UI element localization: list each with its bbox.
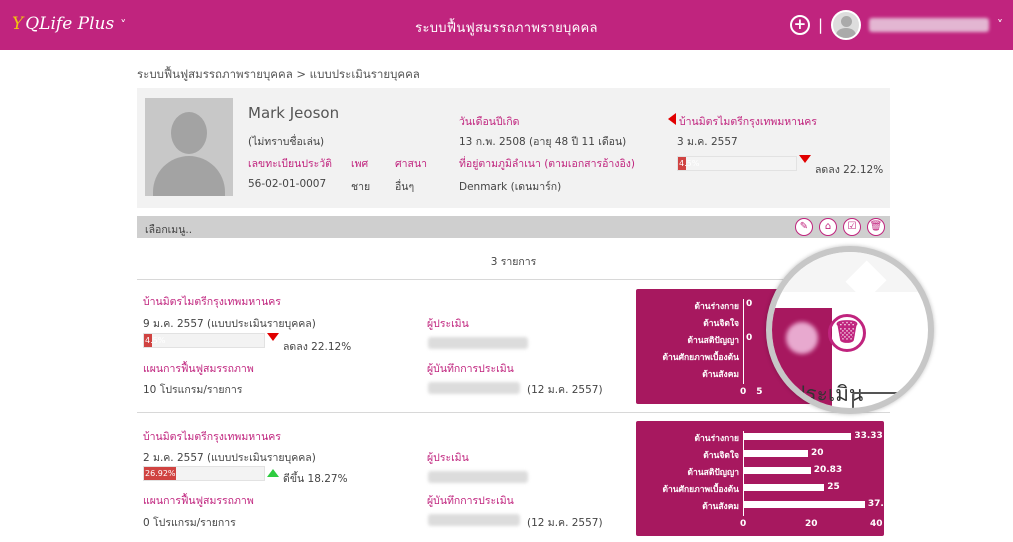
recorder-name-blurred [428, 382, 520, 394]
assessor-name-blurred [428, 337, 528, 349]
menu-select[interactable]: เลือกเมนู.. [145, 221, 192, 238]
profile-religion-label: ศาสนา [395, 158, 428, 170]
chart-value-label: 0 [746, 299, 753, 309]
assessment-date: 9 ม.ค. 2557 (แบบประเมินรายบุคคล) [143, 318, 316, 330]
trend-down-icon [799, 155, 811, 163]
profile-nickname: (ไม่ทราบชื่อเล่น) [248, 136, 325, 148]
chart-tick-label: 5 [756, 387, 763, 397]
chart-bar [743, 484, 825, 491]
chart-category-label: ด้านร่างกาย [694, 302, 740, 312]
recorder-label: ผู้บันทึกการประเมิน [427, 363, 514, 375]
add-icon[interactable]: + [789, 15, 810, 35]
chart-category-label: ด้านสังคม [702, 502, 739, 512]
user-name-blurred[interactable] [869, 18, 989, 32]
profile-dob-value: 13 ก.พ. 2508 (อายุ 48 ปี 11 เดือน) [459, 136, 627, 148]
profile-place[interactable]: บ้านมิตรไมตรีกรุงเทพมหานคร [679, 113, 817, 130]
assessment-date: 2 ม.ค. 2557 (แบบประเมินรายบุคคล) [143, 452, 316, 464]
chart-category-label: ด้านสติปัญญา [687, 468, 739, 478]
chart-category-label: ด้านจิตใจ [703, 451, 739, 461]
chart-value-label: 0 [746, 333, 753, 343]
assessment-place[interactable]: บ้านมิตรไมตรีกรุงเทพมหานคร [143, 293, 281, 310]
assessor-name-blurred [428, 471, 528, 483]
progress-bar: 4.5% [677, 156, 797, 171]
chart-tick-label: 40 [870, 519, 883, 529]
chart-category-label: ด้านศักยภาพเบื้องต้น [662, 485, 740, 495]
chart-category-label: ด้านศักยภาพเบื้องต้น [662, 353, 740, 363]
progress-fill: 4.5% [678, 157, 700, 170]
profile-domicile-value: Denmark (เดนมาร์ก) [459, 181, 562, 193]
blurred-icon [786, 322, 818, 354]
edit-icon[interactable]: ✎ [795, 218, 813, 236]
profile-sex-value: ชาย [351, 181, 371, 193]
chart-category-label: ด้านสังคม [702, 370, 739, 380]
recorded-date: (12 ม.ค. 2557) [527, 384, 603, 396]
recorded-date: (12 ม.ค. 2557) [527, 517, 603, 529]
arrow-left-icon [668, 113, 676, 125]
assessor-label: ผู้ประเมิน [427, 318, 469, 330]
plan-label: แผนการฟื้นฟูสมรรถภาพ [143, 363, 254, 375]
chart-tick-label: 0 [740, 387, 747, 397]
progress-bar: 26.92% [143, 466, 265, 481]
profile-religion-value: อื่นๆ [395, 181, 415, 193]
assessment-trend: ลดลง 22.12% [283, 341, 352, 353]
chart-value-label: 25 [827, 482, 840, 492]
checklist-icon[interactable]: ☑ [843, 218, 861, 236]
chart-axis [743, 299, 744, 384]
profile-id-label: เลขทะเบียนประวัติ [248, 158, 333, 170]
profile-id-value: 56-02-01-0007 [248, 178, 327, 190]
home-icon[interactable]: ⌂ [819, 218, 837, 236]
assessment-place[interactable]: บ้านมิตรไมตรีกรุงเทพมหานคร [143, 428, 281, 445]
chart-bar [743, 501, 865, 508]
chart-value-label: 20.83 [813, 465, 843, 475]
user-area: + | ˅ [789, 10, 1003, 40]
chart-bar [743, 450, 808, 457]
recorder-label: ผู้บันทึกการประเมิน [427, 495, 514, 507]
trash-icon[interactable]: 🗑 [828, 314, 866, 352]
breadcrumb: ระบบฟื้นฟูสมรรถภาพรายบุคคล > แบบประเมินร… [137, 67, 420, 81]
delete-button[interactable]: ลบ [852, 392, 922, 408]
trash-icon[interactable]: 🗑 [867, 218, 885, 236]
trend-up-icon [267, 469, 279, 477]
chart-tick-label: 20 [805, 519, 818, 529]
profile-sex-label: เพศ [351, 158, 369, 170]
profile-latest-date: 3 ม.ค. 2557 [677, 136, 738, 148]
plan-label: แผนการฟื้นฟูสมรรถภาพ [143, 495, 254, 507]
chart-bar [743, 467, 811, 474]
chart-category-label: ด้านร่างกาย [694, 434, 740, 444]
assessment-trend: ดีขึ้น 18.27% [283, 473, 348, 485]
chart-category-label: ด้านสติปัญญา [687, 336, 739, 346]
chart-category-label: ด้านจิตใจ [703, 319, 739, 329]
profile-name: Mark Jeoson [248, 104, 340, 122]
user-avatar[interactable] [831, 10, 861, 40]
progress-bar: 4.5% [143, 333, 265, 348]
radar-bar-chart: ด้านร่างกาย 33.33 ด้านจิตใจ 20 ด้านสติปัญญา 2… [636, 421, 884, 536]
chart-value-label: 37. [867, 499, 884, 509]
profile-card: Mark Jeoson (ไม่ทราบชื่อเล่น) เลขทะเบียน… [137, 88, 890, 208]
profile-domicile-label: ที่อยู่ตามภูมิลำเนา (ตามเอกสารอ้างอิง) [459, 158, 635, 170]
top-navbar: Y QLife Plus ˅ ระบบฟื้นฟูสมรรถภาพรายบุคคล … [0, 0, 1013, 50]
chart-value-label: 33.33 [854, 431, 883, 441]
chevron-down-icon[interactable]: ˅ [997, 18, 1003, 32]
assessor-label: ผู้ประเมิน [427, 452, 469, 464]
divider: | [817, 16, 823, 34]
recorder-name-blurred [428, 514, 520, 526]
chart-bar [743, 433, 852, 440]
profile-photo [145, 98, 233, 196]
plan-value: 10 โปรแกรม/รายการ [143, 384, 243, 396]
trend-down-icon [267, 333, 279, 341]
chart-value-label: 20 [811, 448, 824, 458]
magnifier-overlay: 🗑 ประเมิน ลบ [766, 246, 934, 414]
progress-fill-0: 4.5% [144, 334, 166, 347]
profile-dob-label: วันเดือนปีเกิด [459, 116, 520, 128]
progress-fill-1: 26.92% [144, 467, 176, 480]
chart-tick-label: 0 [740, 519, 747, 529]
divider [137, 412, 890, 413]
profile-trend: ลดลง 22.12% [815, 164, 884, 176]
plan-value: 0 โปรแกรม/รายการ [143, 517, 236, 529]
menu-bar: เลือกเมนู.. ✎ ⌂ ☑ 🗑 [137, 216, 890, 238]
